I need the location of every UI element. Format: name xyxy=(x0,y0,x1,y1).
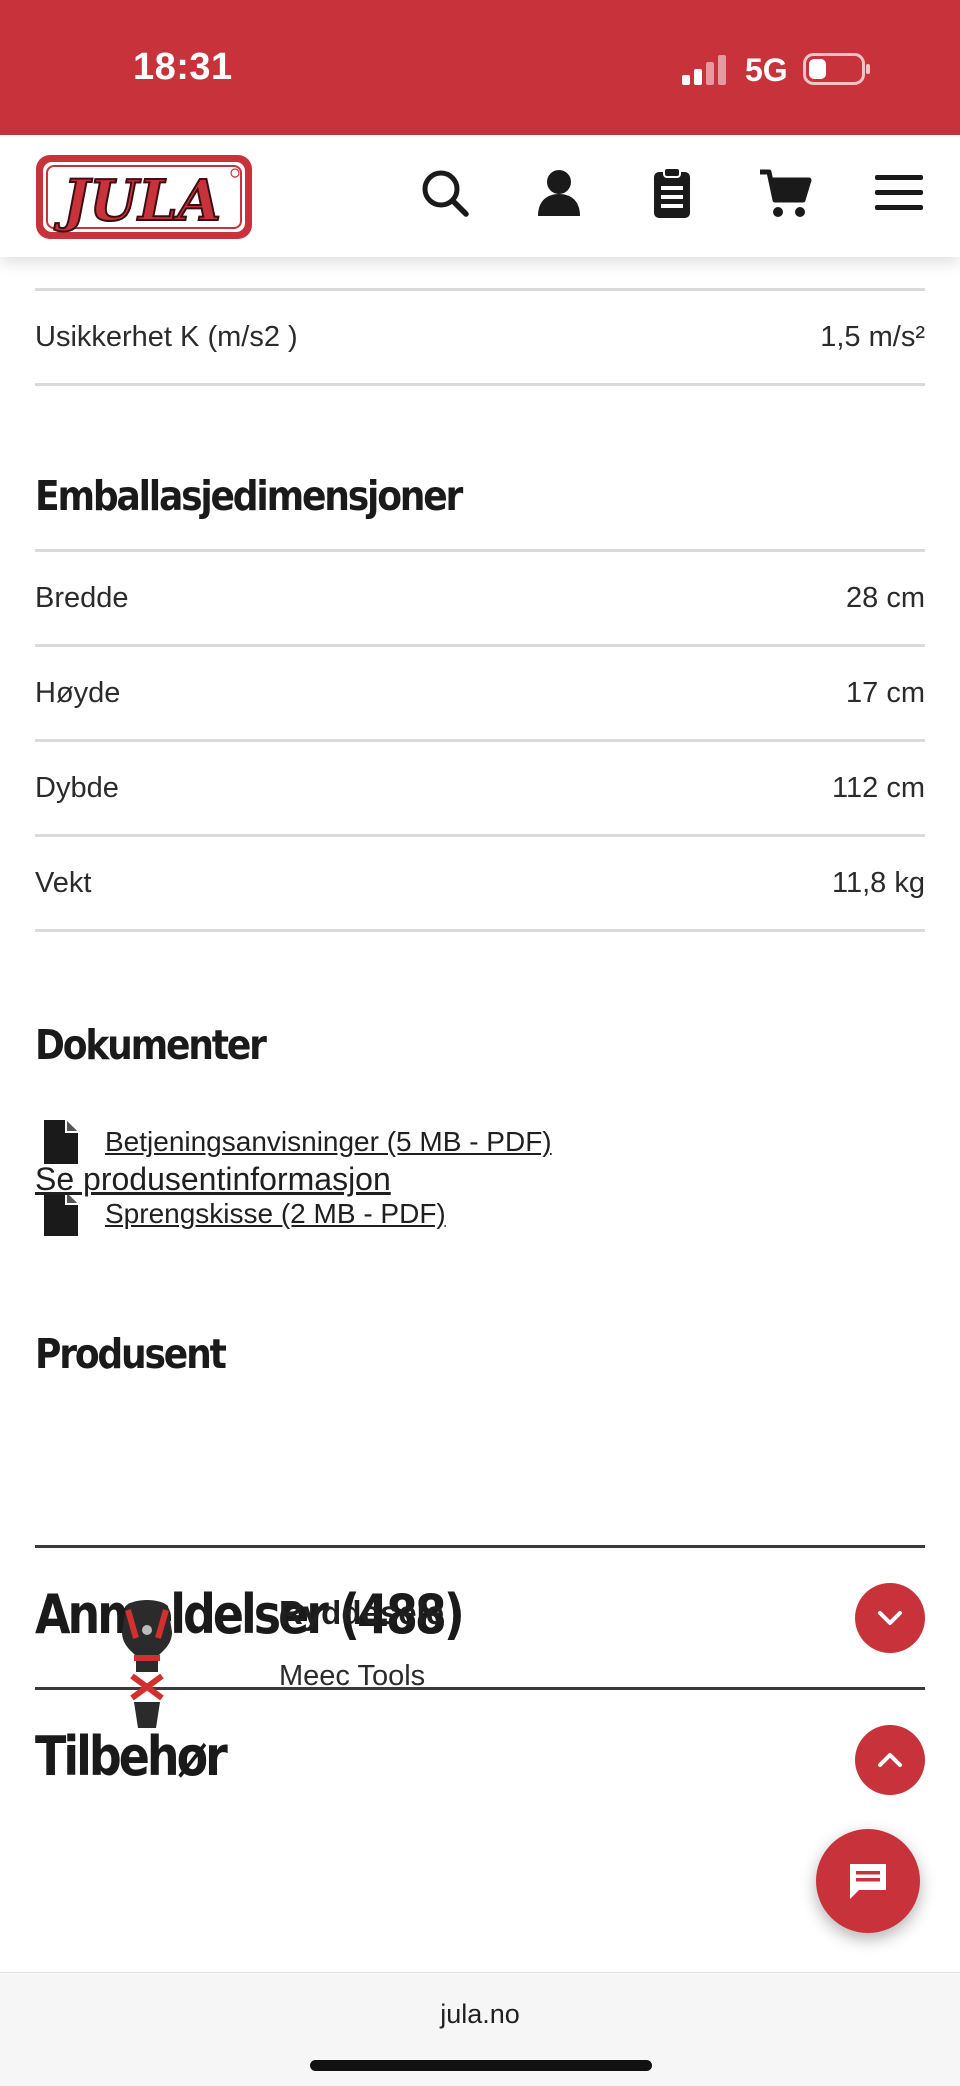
spec-label: Usikkerhet K (m/s2 ) xyxy=(35,320,298,353)
spec-label: Høyde xyxy=(35,676,121,709)
cart-icon[interactable] xyxy=(758,166,812,220)
spec-value: 17 cm xyxy=(846,676,925,709)
spec-value: 28 cm xyxy=(846,581,925,614)
browser-bottom-bar: jula.no xyxy=(0,1972,960,2086)
divider xyxy=(35,383,925,386)
spec-label: Vekt xyxy=(35,866,92,899)
account-icon[interactable] xyxy=(532,166,586,220)
document-link-manual[interactable]: Betjeningsanvisninger (5 MB - PDF) xyxy=(40,1118,552,1166)
spec-row-weight: Vekt 11,8 kg xyxy=(35,837,925,929)
spec-row-width: Bredde 28 cm xyxy=(35,552,925,644)
status-time: 18:31 xyxy=(133,46,233,88)
spec-row-uncertainty: Usikkerhet K (m/s2 ) 1,5 m/s² xyxy=(35,291,925,383)
accessories-collapse-button[interactable] xyxy=(855,1725,925,1795)
spec-label: Bredde xyxy=(35,581,129,614)
spec-row-depth: Dybde 112 cm xyxy=(35,742,925,834)
accessories-title[interactable]: Tilbehør xyxy=(35,1725,228,1788)
chat-icon xyxy=(850,1864,886,1899)
home-indicator[interactable] xyxy=(310,2060,652,2071)
search-icon[interactable] xyxy=(418,166,472,220)
reviews-expand-button[interactable] xyxy=(855,1583,925,1653)
documents-title: Dokumenter xyxy=(35,1021,267,1069)
divider xyxy=(35,929,925,932)
svg-text:JULA: JULA xyxy=(54,168,221,234)
signal-icon xyxy=(682,55,726,85)
browser-url[interactable]: jula.no xyxy=(0,1999,960,2030)
battery-icon xyxy=(803,53,870,85)
product-brand: Meec Tools xyxy=(279,1660,426,1692)
menu-icon[interactable] xyxy=(872,166,926,220)
spec-value: 112 cm xyxy=(832,771,925,804)
network-label: 5G xyxy=(745,52,788,88)
spec-label: Dybde xyxy=(35,771,119,804)
spec-row-height: Høyde 17 cm xyxy=(35,647,925,739)
jula-logo[interactable]: JULA xyxy=(34,153,254,241)
site-header: JULA xyxy=(0,135,960,257)
manufacturer-title: Produsent xyxy=(35,1330,227,1378)
section-divider xyxy=(35,1545,925,1548)
product-image[interactable] xyxy=(112,1598,182,1728)
document-link-label[interactable]: Betjeningsanvisninger (5 MB - PDF) xyxy=(105,1126,552,1158)
spec-value: 1,5 m/s² xyxy=(820,320,925,353)
status-bar: 18:31 5G xyxy=(0,0,960,135)
document-icon xyxy=(44,1120,78,1164)
clipboard-icon[interactable] xyxy=(645,166,699,220)
packaging-title: Emballasjedimensjoner xyxy=(35,472,463,520)
document-link-label[interactable]: Sprengskisse (2 MB - PDF) xyxy=(105,1198,446,1230)
spec-value: 11,8 kg xyxy=(832,866,925,899)
product-name[interactable]: Ryddesele xyxy=(279,1594,444,1632)
manufacturer-info-link[interactable]: Se produsentinformasjon xyxy=(35,1161,391,1198)
chat-button[interactable] xyxy=(816,1829,920,1933)
chevron-up-icon xyxy=(878,1753,902,1767)
chevron-down-icon xyxy=(878,1611,902,1625)
